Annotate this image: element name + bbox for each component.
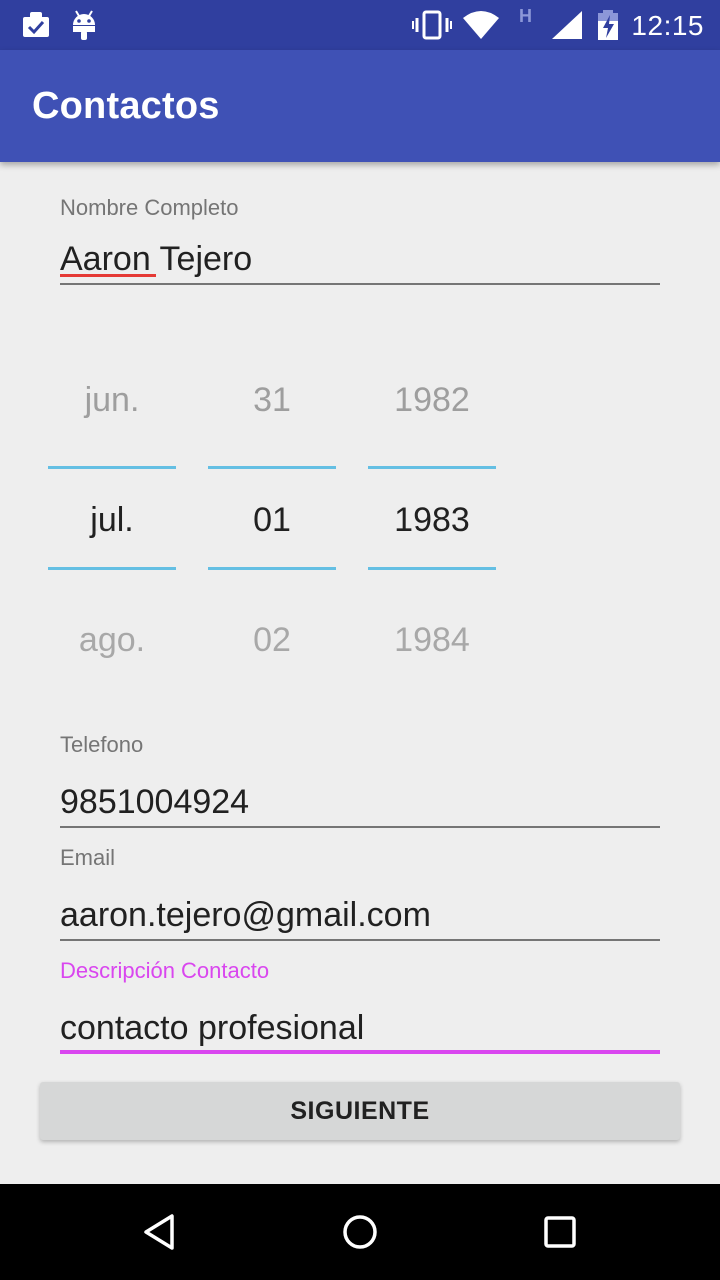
month-divider-top [48,466,176,469]
email-label: Email [60,845,116,870]
telefono-value: 9851004924 [60,783,250,821]
telefono-input[interactable]: 9851004924 [60,776,660,828]
month-prev[interactable]: jun. [48,370,176,430]
app-bar: Contactos [0,50,720,162]
nombre-label: Nombre Completo [60,195,239,220]
day-next[interactable]: 02 [208,610,336,670]
navigation-bar [0,1184,720,1280]
nombre-input[interactable]: Aaron Tejero [60,233,660,285]
siguiente-button[interactable]: SIGUIENTE [40,1082,680,1140]
day-divider-top [208,466,336,469]
day-prev[interactable]: 31 [208,370,336,430]
clipboard-check-icon [20,9,52,46]
email-field[interactable]: Email aaron.tejero@gmail.com [60,843,660,941]
descripcion-label: Descripción Contacto [60,958,270,983]
vibrate-icon [412,9,452,46]
day-selected[interactable]: 01 [208,490,336,550]
telefono-label: Telefono [60,732,144,757]
network-type-label: H [519,6,532,26]
email-input[interactable]: aaron.tejero@gmail.com [60,889,660,941]
month-next[interactable]: ago. [48,610,176,670]
android-icon [70,9,98,46]
descripcion-value: contacto profesional [60,1009,365,1047]
email-value: aaron.tejero@gmail.com [60,896,431,934]
year-next[interactable]: 1984 [368,610,496,670]
back-icon[interactable] [130,1202,190,1262]
app-title: Contactos [32,85,220,127]
spellcheck-underline [60,274,156,277]
descripcion-input[interactable]: contacto profesional [60,1002,660,1054]
day-divider-bottom [208,567,336,570]
year-selected[interactable]: 1983 [368,490,496,550]
nombre-field[interactable]: Nombre Completo Aaron Tejero [60,193,660,285]
month-selected[interactable]: jul. [48,490,176,550]
year-prev[interactable]: 1982 [368,370,496,430]
month-divider-bottom [48,567,176,570]
year-divider-bottom [368,567,496,570]
year-divider-top [368,466,496,469]
telefono-field[interactable]: Telefono 9851004924 [60,730,660,828]
battery-charging-icon [596,9,620,46]
wifi-icon [462,9,500,46]
nombre-value: Aaron Tejero [60,240,253,278]
status-bar: H 12:15 [0,0,720,50]
home-icon[interactable] [330,1202,390,1262]
signal-icon [550,9,584,46]
status-time: 12:15 [631,10,704,41]
descripcion-field[interactable]: Descripción Contacto contacto profesiona… [60,956,660,1054]
recents-icon[interactable] [530,1202,590,1262]
